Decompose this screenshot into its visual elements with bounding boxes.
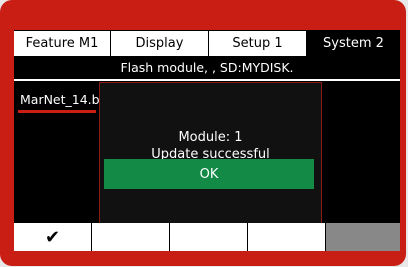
update-dialog: Module: 1 Update successful finished bbox=[99, 82, 322, 225]
screen-subtitle: Flash module, , SD:MYDISK. bbox=[120, 60, 294, 75]
ok-button[interactable]: OK bbox=[104, 159, 314, 189]
tab-system[interactable]: System 2 bbox=[306, 31, 400, 56]
softkey-4[interactable] bbox=[248, 223, 326, 251]
tab-setup[interactable]: Setup 1 bbox=[208, 31, 306, 56]
tab-display[interactable]: Display bbox=[110, 31, 208, 56]
softkey-bar: ✔ bbox=[14, 223, 400, 251]
tab-feature[interactable]: Feature M1 bbox=[14, 31, 110, 56]
dialog-module-line: Module: 1 bbox=[178, 130, 243, 145]
selection-underline bbox=[18, 110, 96, 113]
confirm-softkey[interactable]: ✔ bbox=[14, 223, 92, 251]
checkmark-icon: ✔ bbox=[44, 226, 61, 248]
display-screen: Feature M1 Display Setup 1 System 2 Flas… bbox=[14, 30, 400, 251]
file-list-item[interactable]: MarNet_14.b bbox=[20, 92, 100, 107]
header-divider bbox=[14, 79, 400, 81]
softkey-3[interactable] bbox=[170, 223, 248, 251]
softkey-5 bbox=[326, 223, 400, 251]
tab-bar: Feature M1 Display Setup 1 System 2 bbox=[14, 30, 400, 56]
softkey-2[interactable] bbox=[92, 223, 170, 251]
device-frame: Feature M1 Display Setup 1 System 2 Flas… bbox=[0, 0, 406, 266]
